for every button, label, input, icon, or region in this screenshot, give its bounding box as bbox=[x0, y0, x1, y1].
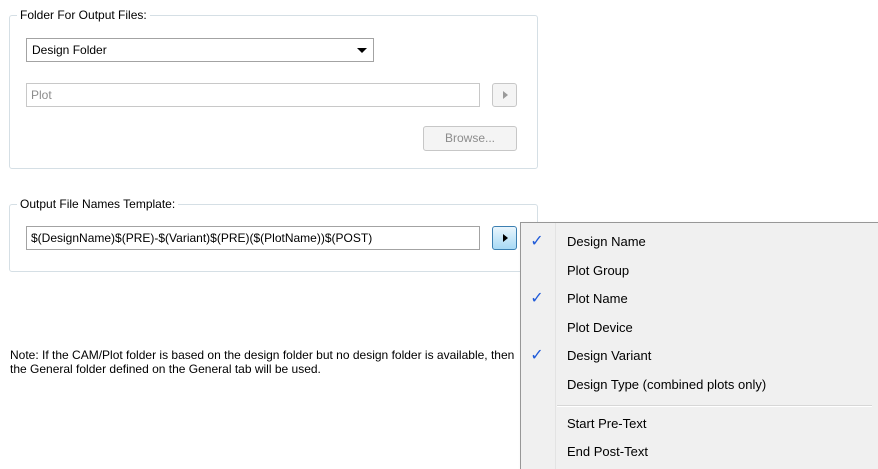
menu-item-label: Plot Group bbox=[567, 263, 630, 278]
output-folder-title: Folder For Output Files: bbox=[17, 7, 150, 23]
template-options-menu: ✓ Design Name Plot Group ✓ Plot Name Plo… bbox=[520, 222, 878, 469]
menu-item-label: Plot Name bbox=[567, 291, 628, 306]
menu-item-start-pre-text[interactable]: Start Pre-Text bbox=[521, 410, 878, 438]
browse-button-label: Browse... bbox=[444, 131, 495, 145]
subfolder-input[interactable]: Plot bbox=[26, 83, 480, 107]
menu-item-label: Design Type (combined plots only) bbox=[567, 377, 767, 392]
menu-item-end-post-text[interactable]: End Post-Text bbox=[521, 438, 878, 466]
folder-type-value: Design Folder bbox=[32, 43, 107, 57]
menu-item-label: Plot Device bbox=[567, 320, 633, 335]
checkmark-icon: ✓ bbox=[530, 290, 544, 307]
file-names-title: Output File Names Template: bbox=[17, 196, 179, 212]
subfolder-value: Plot bbox=[31, 88, 52, 102]
menu-item-label: Start Pre-Text bbox=[567, 416, 647, 431]
menu-item-label: Design Variant bbox=[567, 348, 652, 363]
menu-item-plot-group[interactable]: Plot Group bbox=[521, 257, 878, 285]
menu-separator bbox=[557, 405, 872, 407]
file-names-group: Output File Names Template: $(DesignName… bbox=[9, 196, 538, 272]
menu-item-label: End Post-Text bbox=[567, 444, 648, 459]
menu-item-label: Design Name bbox=[567, 234, 646, 249]
chevron-down-icon[interactable] bbox=[357, 48, 367, 53]
file-name-template-input[interactable]: $(DesignName)$(PRE)-$(Variant)$(PRE)($(P… bbox=[26, 226, 480, 250]
arrow-right-icon bbox=[502, 234, 508, 242]
menu-item-plot-name[interactable]: ✓ Plot Name bbox=[521, 285, 878, 313]
menu-item-design-type[interactable]: Design Type (combined plots only) bbox=[521, 371, 878, 399]
template-menu-button[interactable] bbox=[492, 226, 517, 250]
output-folder-group: Folder For Output Files: Design Folder P… bbox=[9, 7, 538, 169]
browse-button[interactable]: Browse... bbox=[423, 126, 517, 151]
file-name-template-value: $(DesignName)$(PRE)-$(Variant)$(PRE)($(P… bbox=[31, 231, 373, 245]
menu-item-plot-device[interactable]: Plot Device bbox=[521, 314, 878, 342]
folder-note: Note: If the CAM/Plot folder is based on… bbox=[10, 348, 515, 376]
menu-item-design-name[interactable]: ✓ Design Name bbox=[521, 228, 878, 256]
checkmark-icon: ✓ bbox=[530, 347, 544, 364]
folder-type-dropdown[interactable]: Design Folder bbox=[26, 38, 374, 62]
arrow-right-icon bbox=[502, 91, 508, 99]
checkmark-icon: ✓ bbox=[530, 233, 544, 250]
menu-item-design-variant[interactable]: ✓ Design Variant bbox=[521, 342, 878, 370]
subfolder-menu-button[interactable] bbox=[492, 83, 517, 107]
